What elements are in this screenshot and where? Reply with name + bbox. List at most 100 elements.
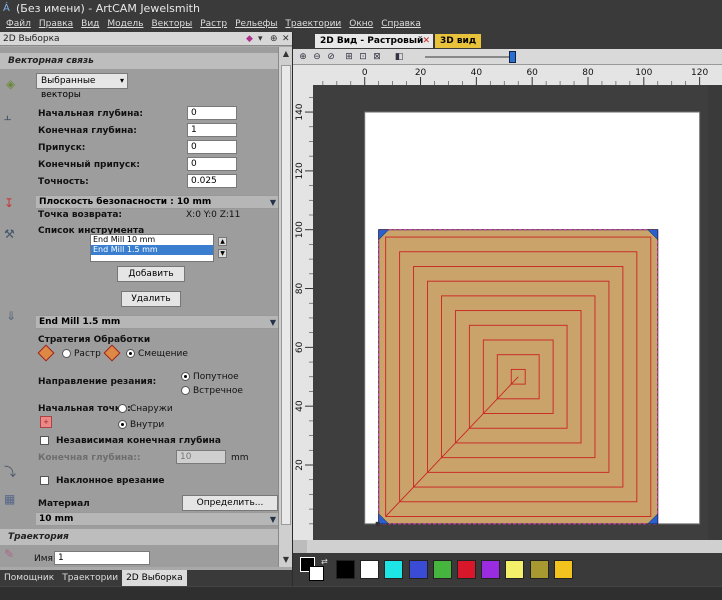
pin-icon[interactable]: ◆ <box>246 32 253 46</box>
independent-depth-checkbox[interactable] <box>40 436 49 445</box>
tab-3d-view[interactable]: 3D вид <box>435 34 482 48</box>
x-tick-label: 80 <box>582 68 594 78</box>
start-depth-input[interactable]: 0 <box>187 106 237 120</box>
zoom-fit-icon[interactable]: ⊞ <box>343 51 355 63</box>
menu-model[interactable]: Модель <box>103 17 147 32</box>
list-item[interactable]: End Mill 1.5 mm <box>91 245 213 255</box>
add-tool-button[interactable]: Добавить <box>117 266 185 282</box>
menu-vectors[interactable]: Векторы <box>147 17 196 32</box>
plot-area <box>364 111 701 526</box>
opacity-slider-track[interactable] <box>425 56 513 58</box>
tolerance-input[interactable]: 0.025 <box>187 174 237 188</box>
zoom-in-icon[interactable]: ⊕ <box>297 51 309 63</box>
menu-raster[interactable]: Растр <box>196 17 231 32</box>
menu-file[interactable]: Файл <box>2 17 35 32</box>
move-up-icon[interactable]: ▲ <box>218 237 227 246</box>
vector-select[interactable]: Выбранные векторы ▾ <box>36 73 128 100</box>
zoom-out-icon[interactable]: ⊖ <box>311 51 323 63</box>
inside-radio[interactable] <box>118 420 127 429</box>
palette-swatch[interactable] <box>384 560 404 579</box>
material-bar[interactable]: 10 mm ▼ <box>36 512 278 526</box>
start-point-icon: + <box>40 416 52 428</box>
chevron-down-icon[interactable]: ▾ <box>258 32 263 46</box>
ramp-label: Наклонное врезание <box>56 476 165 486</box>
swap-colors-icon[interactable]: ⇄ <box>321 557 328 566</box>
y-tick-label: 120 <box>295 162 305 179</box>
menu-toolpaths[interactable]: Траектории <box>281 17 345 32</box>
conventional-radio[interactable] <box>181 386 190 395</box>
layers-icon: ◈ <box>6 77 16 91</box>
chevron-down-icon: ▾ <box>119 76 124 85</box>
zoom-box-icon[interactable]: ⊡ <box>357 51 369 63</box>
menu-edit[interactable]: Правка <box>35 17 77 32</box>
x-tick-label: 100 <box>635 68 652 78</box>
ramp-checkbox[interactable] <box>40 476 49 485</box>
zoom-previous-icon[interactable]: ⊘ <box>325 51 337 63</box>
view-vscroll[interactable] <box>708 85 722 540</box>
tool-listbox[interactable]: End Mill 10 mm End Mill 1.5 mm <box>90 234 214 262</box>
menu-reliefs[interactable]: Рельефы <box>231 17 281 32</box>
panel-scrollbar[interactable]: ▲ ▼ <box>278 47 292 567</box>
palette-swatch[interactable] <box>360 560 380 579</box>
scroll-up-icon[interactable]: ▲ <box>279 47 293 61</box>
palette-swatch[interactable] <box>481 560 501 579</box>
corner-scroll-button[interactable] <box>293 540 307 553</box>
menu-view[interactable]: Вид <box>77 17 103 32</box>
tab-2d-pocket[interactable]: 2D Выборка <box>122 570 187 586</box>
close-icon[interactable]: ✕ <box>422 34 430 48</box>
define-material-button[interactable]: Определить... <box>182 495 278 511</box>
x-tick-label: 40 <box>471 68 483 78</box>
close-icon[interactable]: ✕ <box>282 32 290 46</box>
palette-swatch[interactable] <box>432 560 452 579</box>
name-input[interactable]: 1 <box>54 551 150 565</box>
palette-swatch[interactable] <box>408 560 428 579</box>
list-item[interactable]: End Mill 10 mm <box>91 235 213 245</box>
dock-icon[interactable]: ⊕ <box>270 32 278 46</box>
outside-label: Снаружи <box>130 404 173 414</box>
palette-swatch[interactable] <box>553 560 573 579</box>
ruler-left: 140 120 100 80 60 40 20 <box>293 65 313 540</box>
tab-toolpaths[interactable]: Траектории <box>58 570 122 586</box>
layer-icon[interactable]: ◧ <box>393 51 405 63</box>
opacity-slider-thumb[interactable] <box>509 51 516 63</box>
delete-tool-button[interactable]: Удалить <box>121 291 181 307</box>
offset-radio[interactable] <box>126 349 135 358</box>
secondary-color-swatch[interactable] <box>309 566 324 581</box>
view-hscroll[interactable] <box>293 540 722 553</box>
x-tick-label: 120 <box>691 68 708 78</box>
allowance-input[interactable]: 0 <box>187 140 237 154</box>
climb-radio[interactable] <box>181 372 190 381</box>
tool-list-icon: ⚒ <box>4 227 15 241</box>
palette-swatch[interactable] <box>336 560 355 579</box>
raster-label: Растр <box>74 349 101 359</box>
move-down-icon[interactable]: ▼ <box>218 249 227 258</box>
palette-swatch[interactable] <box>457 560 476 579</box>
palette-swatch[interactable] <box>505 560 525 579</box>
final-depth-disabled-input[interactable]: 10 <box>176 450 226 464</box>
x-tick-label: 0 <box>362 68 368 78</box>
safety-plane-text: Плоскость безопасности : 10 mm <box>39 197 212 207</box>
start-point-label: Начальная точка: <box>38 404 131 414</box>
final-depth-input[interactable]: 1 <box>187 123 237 137</box>
safety-plane-bar[interactable]: Плоскость безопасности : 10 mm ▼ <box>36 195 278 209</box>
depth-icon: ⫠ <box>4 109 12 123</box>
ramp-icon: ⤵ <box>4 465 17 479</box>
tab-assistant[interactable]: Помощник <box>0 570 58 586</box>
menu-window[interactable]: Окно <box>345 17 377 32</box>
palette-swatch[interactable] <box>529 560 549 579</box>
scroll-thumb[interactable] <box>281 65 291 525</box>
y-tick-label: 100 <box>295 221 305 238</box>
scroll-down-icon[interactable]: ▼ <box>279 553 293 567</box>
offset-label: Смещение <box>138 349 188 359</box>
chevron-down-icon: ▼ <box>269 515 276 524</box>
toolpath-section-heading: Траектория <box>0 529 278 545</box>
outside-radio[interactable] <box>118 404 127 413</box>
final-allowance-input[interactable]: 0 <box>187 157 237 171</box>
selected-tool-bar[interactable]: End Mill 1.5 mm ▼ <box>36 315 278 329</box>
panel-content: Векторная связь ◈ Выбранные векторы ▾ ⫠ … <box>0 47 278 567</box>
raster-radio[interactable] <box>62 349 71 358</box>
zoom-all-icon[interactable]: ⊠ <box>371 51 383 63</box>
menu-help[interactable]: Справка <box>377 17 425 32</box>
tab-2d-view[interactable]: 2D Вид - Растровый слой ✕ <box>315 34 433 60</box>
canvas-2d-view[interactable]: 020406080100120 14012010080604020 ◂ <box>293 65 722 553</box>
